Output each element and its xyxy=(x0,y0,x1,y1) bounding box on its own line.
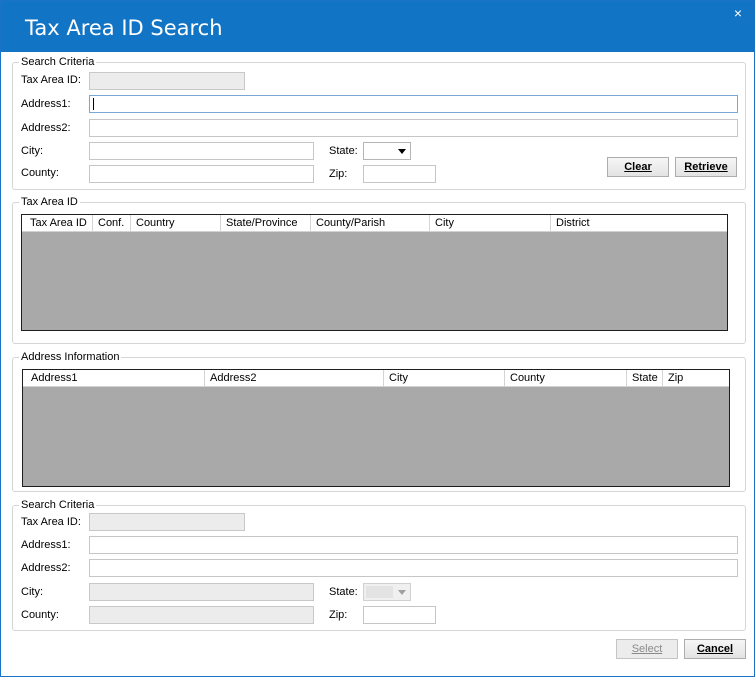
city-label: City: xyxy=(21,586,43,598)
state-label: State: xyxy=(329,145,358,157)
address1-label: Address1: xyxy=(21,539,71,551)
column-header-county-parish[interactable]: County/Parish xyxy=(311,215,430,231)
tax-area-id-group: Tax Area ID Tax Area ID Conf. Country St… xyxy=(12,196,746,344)
zip-input[interactable] xyxy=(363,165,436,183)
dialog-title: Tax Area ID Search xyxy=(25,16,223,40)
address-information-legend: Address Information xyxy=(19,351,122,364)
address2-input[interactable] xyxy=(89,119,738,137)
select-button[interactable]: Select xyxy=(616,639,678,659)
column-header-country[interactable]: Country xyxy=(131,215,221,231)
chevron-down-icon xyxy=(398,149,406,154)
search-criteria-top-legend: Search Criteria xyxy=(19,56,97,69)
retrieve-button[interactable]: Retrieve xyxy=(675,157,737,177)
grid-header: Address1 Address2 City County State Zip xyxy=(23,370,729,387)
cancel-button[interactable]: Cancel xyxy=(684,639,746,659)
tax-area-id-field[interactable] xyxy=(89,72,245,90)
tax-area-id-label: Tax Area ID: xyxy=(21,74,81,86)
address1-field xyxy=(89,536,738,554)
tax-area-id-grid[interactable]: Tax Area ID Conf. Country State/Province… xyxy=(21,214,728,331)
county-input[interactable] xyxy=(89,165,314,183)
tax-area-id-legend: Tax Area ID xyxy=(19,196,80,209)
zip-label: Zip: xyxy=(329,168,348,180)
tax-area-id-label: Tax Area ID: xyxy=(21,516,81,528)
column-header-conf[interactable]: Conf. xyxy=(93,215,131,231)
column-header-tax-area-id[interactable]: Tax Area ID xyxy=(22,215,93,231)
title-bar: Tax Area ID Search × xyxy=(1,1,754,52)
tax-area-id-search-dialog: Tax Area ID Search × Search Criteria Tax… xyxy=(0,0,755,677)
search-criteria-bottom-group: Search Criteria Tax Area ID: Address1: A… xyxy=(12,499,746,631)
clear-button[interactable]: Clear xyxy=(607,157,669,177)
column-header-address1[interactable]: Address1 xyxy=(23,370,205,386)
search-criteria-bottom-legend: Search Criteria xyxy=(19,499,97,512)
zip-label: Zip: xyxy=(329,609,348,621)
column-header-state-province[interactable]: State/Province xyxy=(221,215,311,231)
address-information-group: Address Information Address1 Address2 Ci… xyxy=(12,351,746,492)
city-field xyxy=(89,583,314,601)
county-label: County: xyxy=(21,609,59,621)
address1-label: Address1: xyxy=(21,98,71,110)
county-label: County: xyxy=(21,167,59,179)
address-information-grid[interactable]: Address1 Address2 City County State Zip xyxy=(22,369,730,487)
state-selection-highlight xyxy=(366,586,393,598)
address2-label: Address2: xyxy=(21,122,71,134)
column-header-district[interactable]: District xyxy=(551,215,727,231)
address2-field xyxy=(89,559,738,577)
chevron-down-icon xyxy=(398,590,406,595)
grid-header: Tax Area ID Conf. Country State/Province… xyxy=(22,215,727,232)
search-criteria-top-group: Search Criteria Tax Area ID: Address1: A… xyxy=(12,56,746,190)
state-label: State: xyxy=(329,586,358,598)
zip-field xyxy=(363,606,436,624)
city-input[interactable] xyxy=(89,142,314,160)
state-select-disabled xyxy=(363,583,411,601)
column-header-address2[interactable]: Address2 xyxy=(205,370,384,386)
column-header-zip[interactable]: Zip xyxy=(663,370,729,386)
address1-input[interactable] xyxy=(89,95,738,113)
close-icon[interactable]: × xyxy=(730,5,746,21)
tax-area-id-field xyxy=(89,513,245,531)
city-label: City: xyxy=(21,145,43,157)
column-header-state[interactable]: State xyxy=(627,370,663,386)
address2-label: Address2: xyxy=(21,562,71,574)
state-select[interactable] xyxy=(363,142,411,160)
column-header-city[interactable]: City xyxy=(384,370,505,386)
column-header-city[interactable]: City xyxy=(430,215,551,231)
column-header-county[interactable]: County xyxy=(505,370,627,386)
county-field xyxy=(89,606,314,624)
text-caret xyxy=(93,98,94,110)
